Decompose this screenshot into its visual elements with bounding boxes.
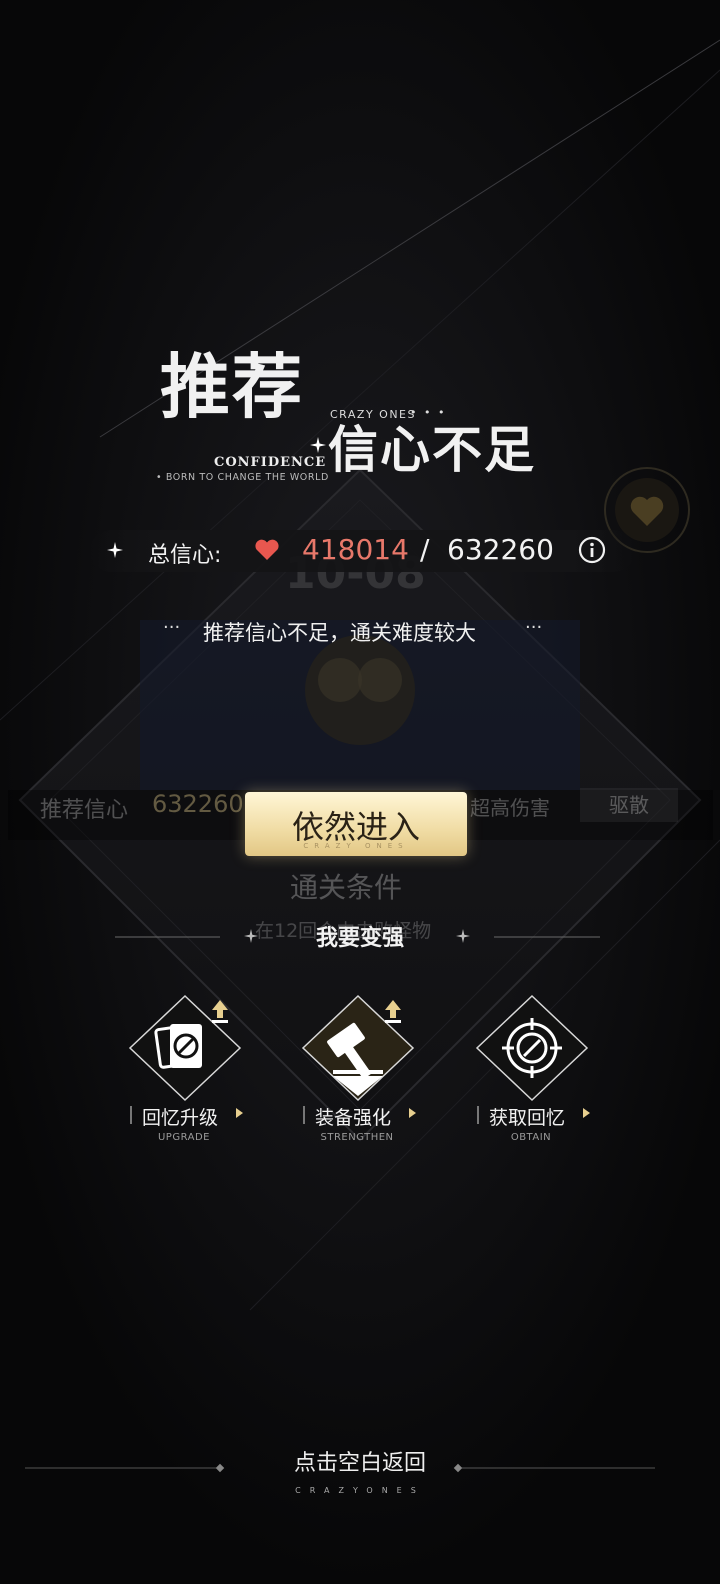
hint-dots-left: ··· — [163, 617, 181, 638]
title-recommend: 推荐 — [160, 345, 304, 428]
footer-brand: CRAZYONES — [295, 1486, 425, 1495]
info-icon[interactable] — [578, 536, 606, 564]
brand-tagline: • BORN TO CHANGE THE WORLD — [156, 472, 329, 483]
action-upgrade-sub: UPGRADE — [157, 1132, 210, 1143]
brand-confidence: CONFIDENCE — [214, 455, 327, 470]
title-insufficient: 信心不足 — [328, 420, 536, 479]
action-divider — [130, 1106, 132, 1124]
confidence-current: 418014 — [302, 533, 409, 566]
difficulty-hint: 推荐信心不足，通关难度较大 — [203, 621, 476, 645]
action-strengthen-label: 装备强化 — [315, 1107, 392, 1129]
diamond-ornament-icon — [456, 929, 470, 943]
heart-icon — [255, 539, 279, 560]
feature-text: 超高伤害 — [470, 796, 550, 820]
action-strengthen[interactable]: 装备强化 STRENGTHEN — [293, 990, 428, 1150]
hammer-icon — [301, 994, 415, 1102]
action-strengthen-sub: STRENGTHEN — [320, 1132, 394, 1143]
action-divider — [477, 1106, 479, 1124]
action-obtain-label: 获取回忆 — [489, 1107, 566, 1129]
confidence-total: 632260 — [447, 533, 554, 566]
sparkle-icon — [107, 542, 123, 558]
dispel-button: 驱散 — [580, 788, 678, 822]
tap-blank-to-return[interactable]: 点击空白返回 — [0, 1445, 720, 1477]
action-divider — [303, 1106, 305, 1124]
action-obtain-sub: OBTAIN — [510, 1132, 552, 1143]
sparkle-icon — [310, 437, 326, 453]
strengthen-title: 我要变强 — [315, 925, 404, 951]
enter-anyway-sub: CRAZY ONES — [303, 842, 409, 850]
chevron-right-icon — [236, 1108, 243, 1118]
action-upgrade-label: 回忆升级 — [142, 1107, 219, 1129]
card-upgrade-icon — [128, 994, 242, 1102]
action-obtain[interactable]: 获取回忆 OBTAIN — [467, 990, 602, 1150]
target-icon — [475, 994, 589, 1102]
confidence-separator: / — [420, 533, 430, 566]
confidence-label: 总信心: — [148, 543, 222, 568]
recommend-value: 632260 — [152, 790, 244, 818]
clear-condition-title: 通关条件 — [290, 871, 403, 904]
action-upgrade[interactable]: 回忆升级 UPGRADE — [120, 990, 250, 1150]
recommend-label: 推荐信心 — [40, 798, 129, 823]
hint-dots-right: ··· — [525, 617, 543, 638]
chevron-right-icon — [583, 1108, 590, 1118]
chevron-right-icon — [409, 1108, 416, 1118]
brand-dots: • • • — [410, 406, 447, 419]
enter-anyway-button[interactable]: 依然进入 CRAZY ONES — [245, 792, 467, 856]
